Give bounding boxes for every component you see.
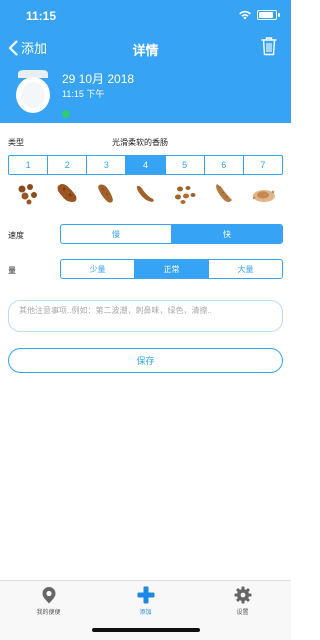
- speed-selector: 慢 快: [60, 224, 283, 244]
- amount-label: 量: [8, 266, 16, 275]
- notes-placeholder: 其他注意事项..例如：第二波潮，刺鼻味，绿色，清擦..: [19, 306, 212, 315]
- tab-my-records-label: 我的便便: [36, 610, 61, 616]
- stool-type-2-icon[interactable]: [47, 178, 86, 208]
- home-indicator: [92, 628, 200, 632]
- stool-type-1-icon[interactable]: [8, 178, 47, 208]
- plus-icon: [137, 586, 154, 604]
- amount-option-large[interactable]: 大量: [208, 260, 282, 278]
- type-description: 光滑柔软的香肠: [112, 138, 168, 147]
- tab-my-records[interactable]: 我的便便: [0, 581, 97, 640]
- trash-icon[interactable]: [261, 36, 277, 56]
- stool-type-6-icon[interactable]: [204, 178, 243, 208]
- page-title: 详情: [132, 43, 159, 58]
- stool-type-5-icon[interactable]: [165, 178, 204, 208]
- stool-type-7-icon[interactable]: [244, 178, 283, 208]
- type-option-6[interactable]: 6: [203, 156, 243, 174]
- status-bar: 11:15: [0, 0, 291, 32]
- speed-label: 速度: [8, 231, 24, 240]
- entry-date: 29 10月 2018: [62, 72, 135, 86]
- amount-option-normal[interactable]: 正常: [134, 260, 208, 278]
- amount-selector: 少量 正常 大量: [60, 259, 283, 279]
- type-option-2[interactable]: 2: [47, 156, 86, 174]
- save-button[interactable]: 保存: [8, 348, 283, 373]
- tab-settings-label: 设置: [236, 610, 249, 616]
- type-option-3[interactable]: 3: [86, 156, 125, 174]
- speed-option-slow[interactable]: 慢: [61, 225, 171, 243]
- status-indicator: [62, 110, 70, 118]
- toilet-icon: [16, 70, 50, 113]
- notes-input[interactable]: 其他注意事项..例如：第二波潮，刺鼻味，绿色，清擦..: [8, 300, 283, 332]
- gear-icon: [234, 586, 251, 604]
- wifi-icon: [239, 10, 251, 20]
- type-selector: 1 2 3 4 5 6 7: [8, 155, 283, 175]
- tab-add-label: 添加: [139, 610, 152, 616]
- type-option-5[interactable]: 5: [164, 156, 204, 174]
- type-header: 类型 光滑柔软的香肠: [8, 137, 284, 149]
- status-icons: [238, 10, 280, 20]
- speed-option-fast[interactable]: 快: [171, 225, 282, 243]
- stool-type-illustrations: [8, 178, 283, 208]
- battery-icon: [257, 10, 280, 20]
- type-label: 类型: [8, 138, 24, 147]
- status-time: 11:15: [26, 9, 57, 23]
- stool-type-4-icon[interactable]: [126, 178, 165, 208]
- type-option-7[interactable]: 7: [242, 156, 282, 174]
- header-bar: 11:15 添加 详情 29 10月 2018 11:15 下午: [0, 0, 291, 123]
- amount-option-small[interactable]: 少量: [61, 260, 134, 278]
- type-option-4[interactable]: 4: [125, 156, 165, 174]
- type-option-1[interactable]: 1: [9, 156, 47, 174]
- location-pin-icon: [42, 587, 55, 604]
- navigation-bar: 添加 详情: [0, 34, 291, 62]
- entry-time: 11:15 下午: [62, 89, 105, 99]
- tab-settings[interactable]: 设置: [194, 581, 291, 640]
- stool-type-3-icon[interactable]: [87, 178, 126, 208]
